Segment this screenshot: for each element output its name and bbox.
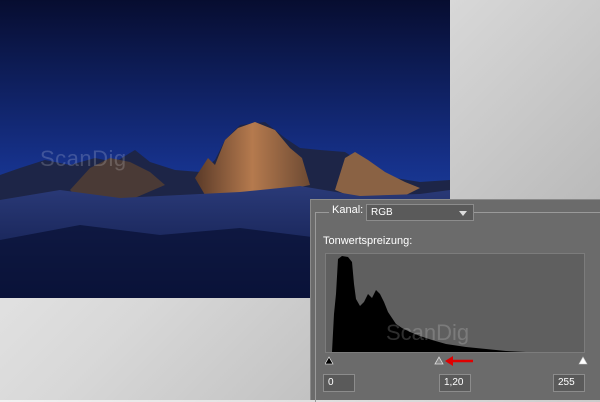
channel-value: RGB [371, 207, 393, 218]
histogram: ScanDig [325, 253, 585, 353]
black-point-triangle-icon[interactable] [325, 356, 334, 365]
input-levels-label: Tonwertspreizung: [323, 235, 413, 247]
black-point-input[interactable]: 0 [323, 374, 355, 392]
chevron-down-icon [459, 211, 467, 216]
levels-panel: Kanal: RGB Tonwertspreizung: ScanDig 0 1… [310, 199, 600, 402]
channel-label: Kanal: [329, 204, 367, 216]
gamma-input[interactable]: 1,20 [439, 374, 471, 392]
white-point-input[interactable]: 255 [553, 374, 585, 392]
red-arrow-icon [445, 356, 473, 366]
channel-dropdown[interactable]: RGB [366, 204, 474, 221]
midtone-triangle-icon[interactable] [434, 356, 444, 365]
photo-watermark: ScanDig [40, 146, 127, 171]
white-point-triangle-icon[interactable] [578, 356, 588, 365]
histogram-watermark: ScanDig [386, 320, 470, 345]
input-levels-slider[interactable] [325, 354, 588, 366]
